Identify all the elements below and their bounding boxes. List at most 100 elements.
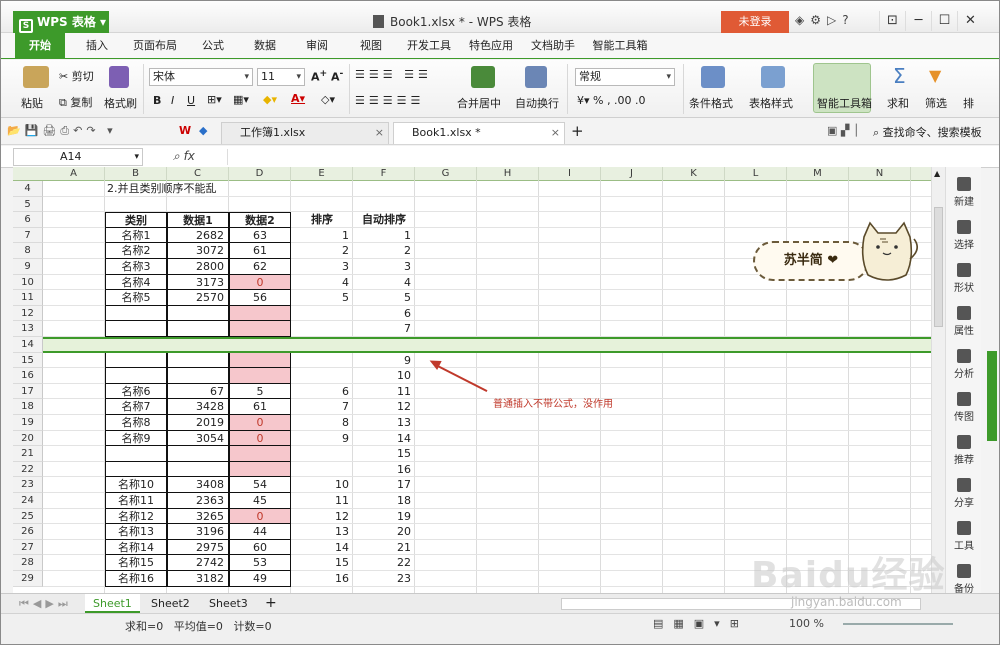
underline-button[interactable]: U [187,94,195,107]
quick-access-icons[interactable]: 📂💾🖨⎙↶↷ ▾ [7,124,117,138]
font-color-icon[interactable]: A▾ [291,92,305,105]
row-header-25[interactable]: 25 [13,508,43,525]
formula-icons[interactable]: ⌕ fx [173,149,195,164]
table-cell[interactable]: 61 [229,399,291,415]
table-cell[interactable]: 54 [229,477,291,493]
close-tab-icon[interactable]: × [551,123,560,143]
table-cell[interactable] [167,305,229,322]
row-header-9[interactable]: 9 [13,259,43,275]
row-header-15[interactable]: 15 [13,352,43,369]
row-header-5[interactable]: 5 [13,196,43,213]
auto-rank-cell[interactable]: 15 [353,446,415,462]
column-header-l[interactable]: L [725,167,787,181]
copy-button[interactable]: ⧉ 复制 [59,94,92,110]
zoom-slider[interactable] [843,623,953,625]
login-button[interactable]: 未登录 [721,11,789,33]
tab-insert[interactable]: 插入 [75,33,119,59]
row-header-11[interactable]: 11 [13,290,43,306]
right-panel-1[interactable]: 选择 [946,220,982,251]
right-panel-9[interactable]: 备份 [946,564,982,595]
filter-button[interactable]: 筛选 [925,95,947,111]
row-header-4[interactable]: 4 [13,181,43,197]
border-icon[interactable]: ⊞▾ [207,93,222,106]
brush-icon[interactable] [109,66,129,88]
row-header-10[interactable]: 10 [13,274,43,291]
table-cell[interactable] [229,321,291,337]
rank-cell[interactable] [291,462,353,478]
currency-percent-icons[interactable]: ¥▾ % ‚ .00 .0 [577,94,645,107]
table-style-icon[interactable] [761,66,785,88]
table-cell[interactable]: 63 [229,227,291,244]
table-cell[interactable] [167,368,229,384]
conditional-format-button[interactable]: 条件格式 [689,95,733,111]
auto-rank-cell[interactable]: 20 [353,524,415,540]
sum-icon[interactable]: Σ [893,64,906,88]
auto-rank-cell[interactable]: 1 [353,228,415,244]
tab-doc-assistant[interactable]: 文档助手 [525,33,581,59]
table-cell[interactable] [167,352,229,369]
rank-cell[interactable]: 4 [291,275,353,291]
table-cell[interactable]: 名称5 [105,290,167,306]
restore-icon[interactable]: ⊡ [879,11,905,31]
table-cell[interactable]: 61 [229,243,291,259]
column-header-g[interactable]: G [415,167,477,181]
right-panel-2[interactable]: 形状 [946,263,982,294]
tab-review[interactable]: 审阅 [295,33,339,59]
row-header-14[interactable]: 14 [13,337,43,353]
right-panel-6[interactable]: 推荐 [946,435,982,466]
close-tab-icon[interactable]: × [375,123,384,143]
tab-developer[interactable]: 开发工具 [401,33,457,59]
table-cell[interactable]: 53 [229,555,291,571]
table-cell[interactable]: 45 [229,493,291,509]
row-header-6[interactable]: 6 [13,212,43,228]
table-cell[interactable] [105,305,167,322]
table-cell[interactable]: 3428 [167,399,229,415]
font-size-select[interactable]: 11 [257,68,305,86]
table-cell[interactable]: 名称12 [105,508,167,525]
table-cell[interactable]: 名称3 [105,259,167,275]
row-header-18[interactable]: 18 [13,399,43,415]
settings-icon[interactable]: ⚙ [810,13,821,27]
table-cell[interactable]: 名称11 [105,493,167,509]
table-cell[interactable]: 3182 [167,571,229,587]
table-cell[interactable]: 名称15 [105,555,167,571]
table-cell[interactable]: 3265 [167,508,229,525]
table-cell[interactable]: 67 [167,383,229,400]
font-grow-button[interactable]: A+ A- [311,68,343,84]
column-header-j[interactable]: J [601,167,663,181]
table-cell[interactable]: 0 [229,274,291,291]
table-cell[interactable]: 60 [229,539,291,556]
rank-cell[interactable]: 14 [291,540,353,556]
table-style-button[interactable]: 表格样式 [749,95,793,111]
wps-w-icon[interactable]: W [179,124,191,137]
row-header-27[interactable]: 27 [13,539,43,556]
skin-icon[interactable]: ◈ [795,13,804,27]
rank-cell[interactable]: 3 [291,259,353,275]
panel-collapse-handle[interactable] [987,351,997,441]
table-cell[interactable]: 名称8 [105,415,167,431]
auto-rank-cell[interactable]: 13 [353,415,415,431]
selected-row-14[interactable] [43,337,931,353]
row-header-26[interactable]: 26 [13,524,43,540]
table-cell[interactable]: 2800 [167,259,229,275]
auto-rank-cell[interactable]: 3 [353,259,415,275]
doctab-workbook1[interactable]: 工作簿1.xlsx × [221,122,389,144]
table-cell[interactable] [229,305,291,322]
fill-color-icon[interactable]: ◆▾ [263,93,277,106]
tab-formulas[interactable]: 公式 [191,33,235,59]
table-cell[interactable]: 3072 [167,243,229,259]
bold-button[interactable]: B [153,94,161,107]
table-cell[interactable]: 2363 [167,493,229,509]
rank-cell[interactable]: 13 [291,524,353,540]
row-header-22[interactable]: 22 [13,461,43,478]
table-cell[interactable]: 名称7 [105,399,167,415]
rank-cell[interactable]: 15 [291,555,353,571]
scroll-thumb[interactable] [934,207,943,327]
table-cell[interactable]: 名称10 [105,477,167,493]
row-header-23[interactable]: 23 [13,477,43,493]
smart-toolbox-button[interactable]: 智能工具箱 [817,95,872,111]
sheet-tab-1[interactable]: Sheet1 [85,594,140,613]
doctab-book1[interactable]: Book1.xlsx * × [393,122,565,144]
table-cell[interactable]: 名称16 [105,571,167,587]
share-icon[interactable]: ▷ [827,13,836,27]
